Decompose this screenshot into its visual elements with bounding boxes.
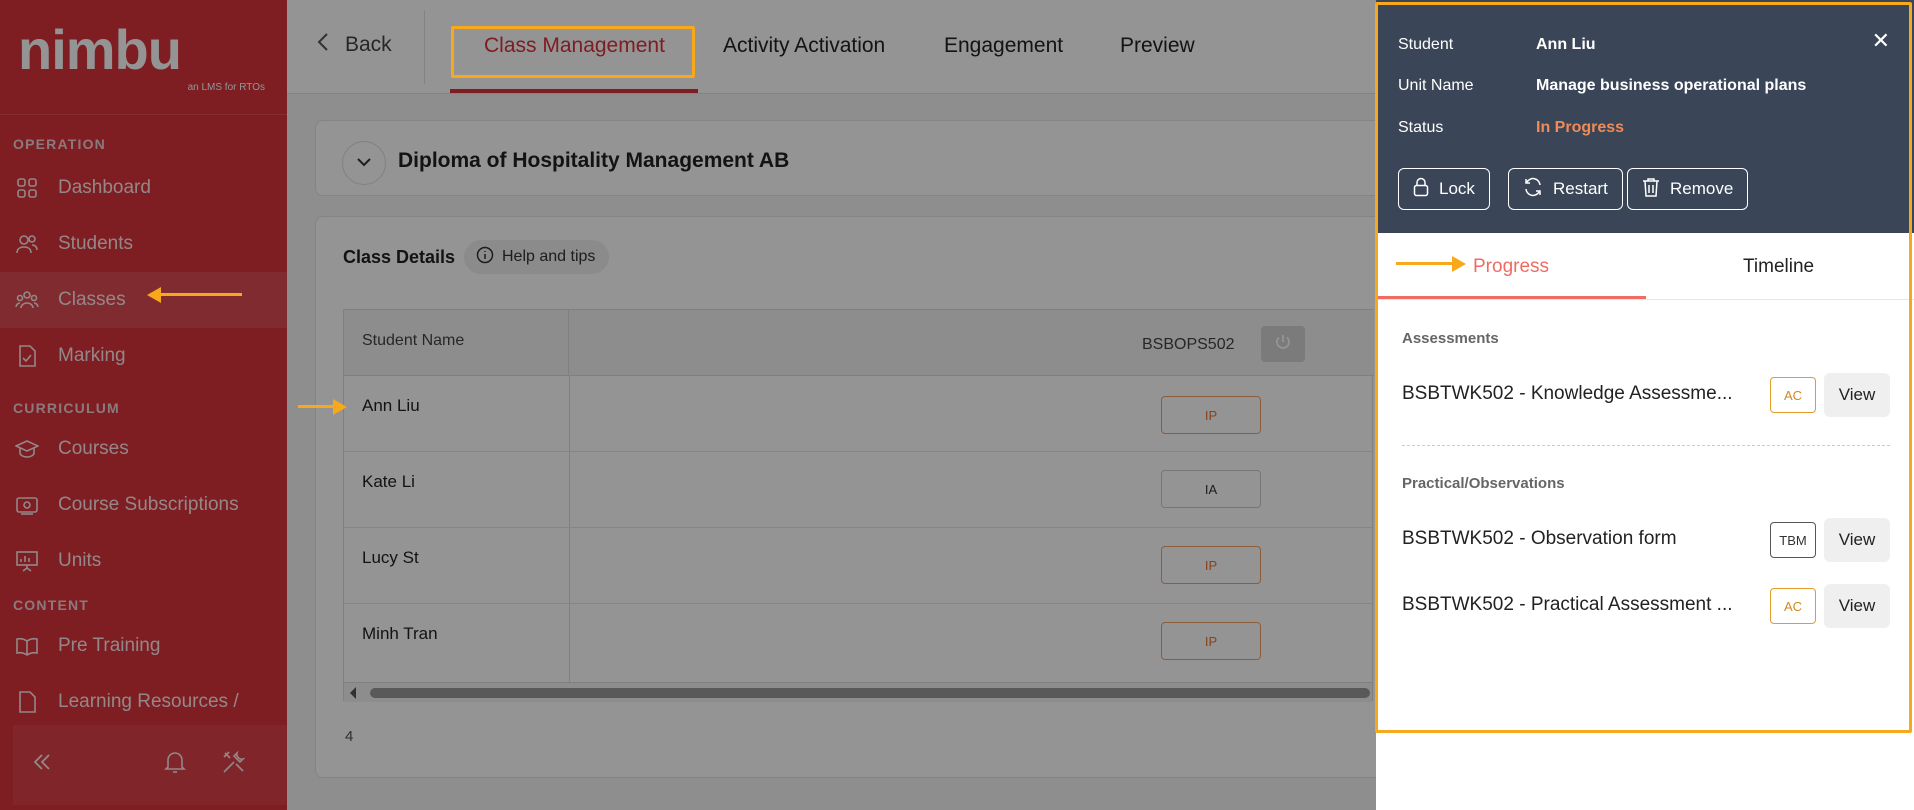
highlight-box [1375, 2, 1912, 733]
arrow-head-left [147, 287, 161, 303]
annotation-arrow [150, 293, 242, 296]
highlight-box [451, 26, 695, 78]
annotation-arrow [298, 405, 338, 408]
modal-backdrop[interactable] [0, 0, 1376, 810]
annotation-arrow [1396, 262, 1456, 265]
arrow-head-right [1452, 256, 1466, 272]
arrow-head-right [333, 399, 347, 415]
